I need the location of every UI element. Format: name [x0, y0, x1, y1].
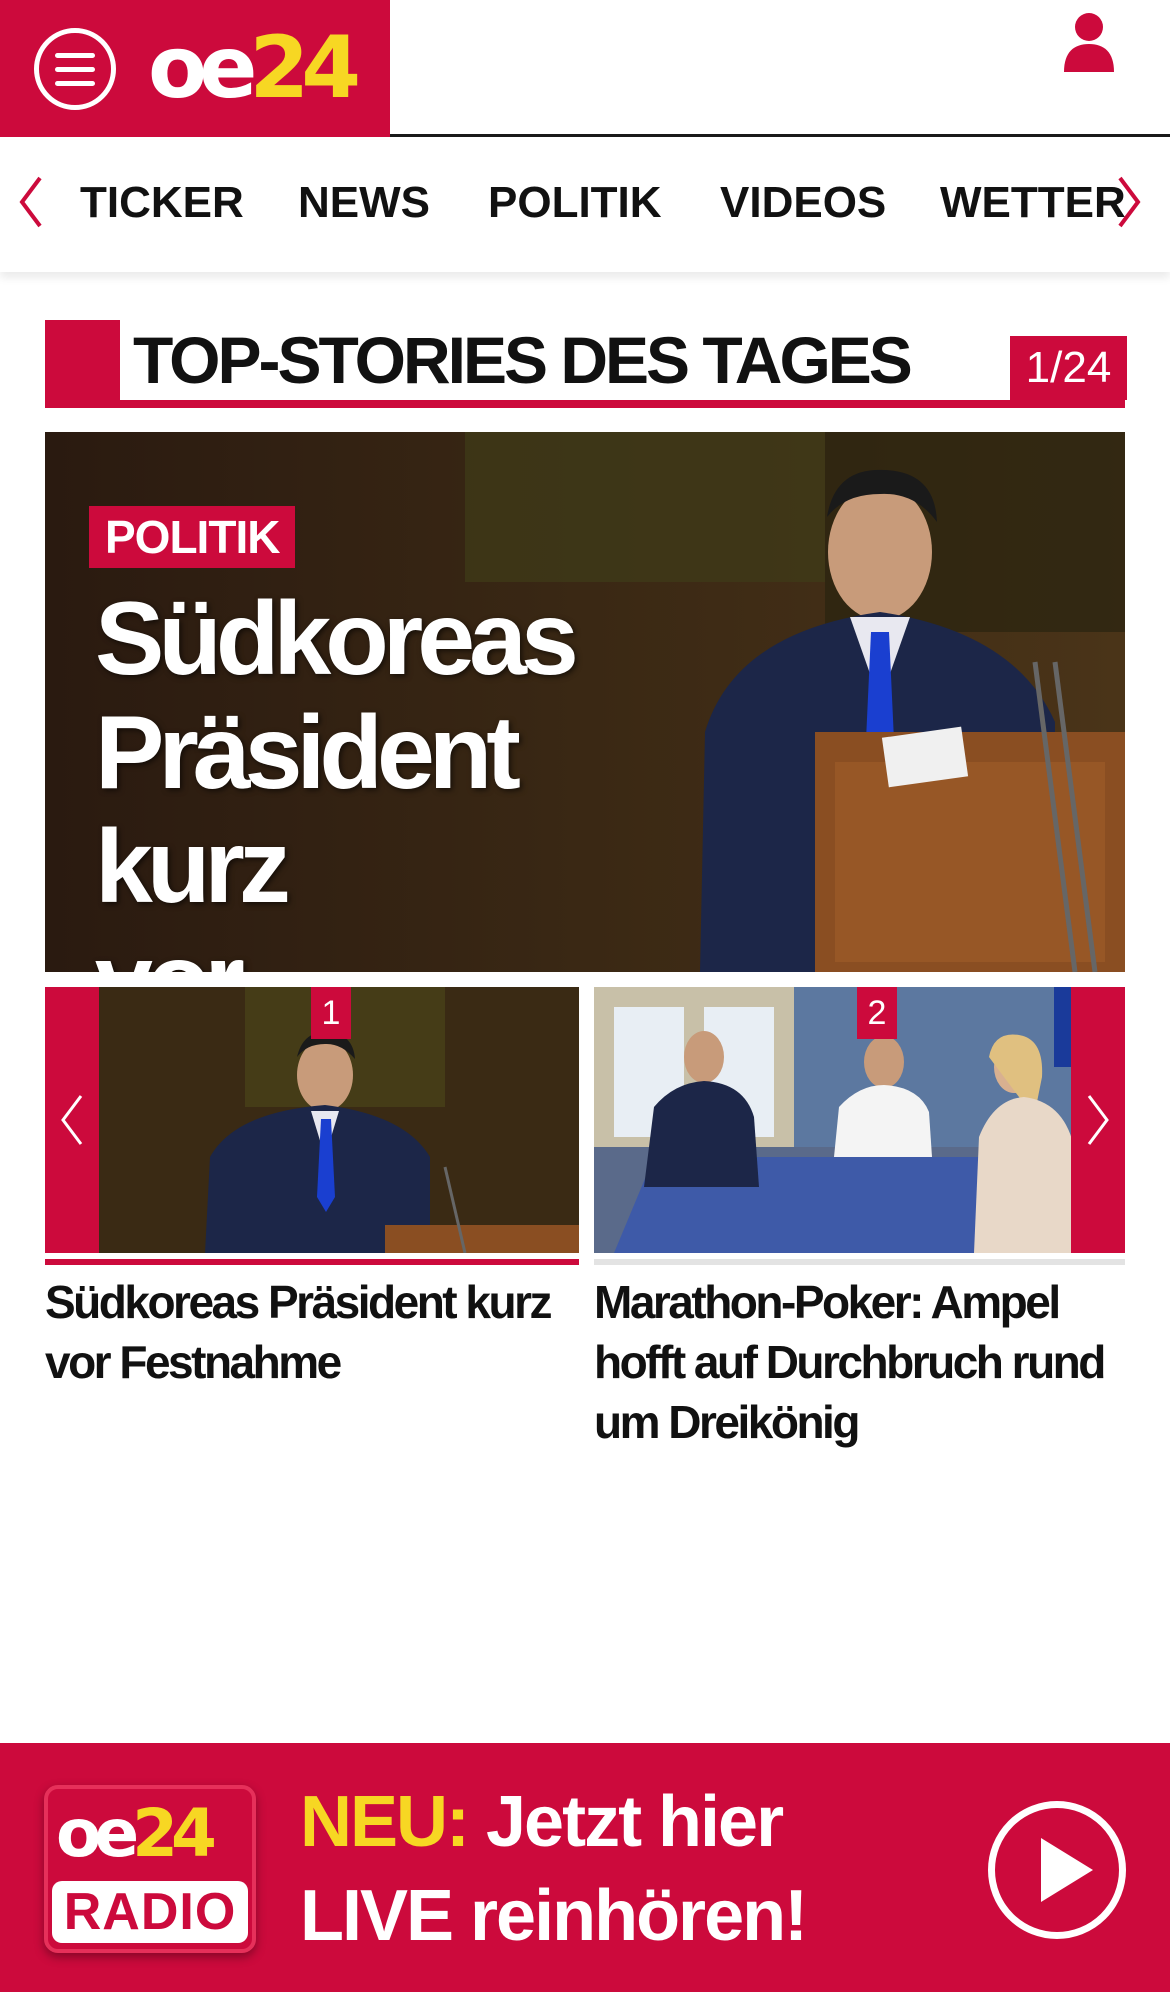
- radio-line2: LIVE reinhören!: [300, 1876, 808, 1956]
- top-stories-section-header: TOP-STORIES DES TAGES 1/24: [45, 320, 1127, 408]
- hero-story[interactable]: POLITIK Südkoreas Präsident kurz vor Fes…: [45, 432, 1125, 972]
- radio-promo-text: NEU: Jetzt hier LIVE reinhören!: [300, 1775, 808, 1963]
- carousel-card-2[interactable]: 2: [594, 987, 1125, 1267]
- site-header: oe24: [0, 0, 1170, 137]
- carousel-prev-button[interactable]: [45, 987, 99, 1253]
- section-title: TOP-STORIES DES TAGES: [133, 323, 913, 397]
- nav-item-wetter[interactable]: WETTER: [940, 178, 1126, 228]
- hero-headline-line: Präsident kurz: [95, 695, 521, 925]
- radio-label: RADIO: [52, 1881, 248, 1943]
- play-icon[interactable]: [988, 1801, 1126, 1939]
- section-accent-block: [45, 320, 120, 408]
- story-carousel: 1 2: [45, 987, 1125, 1267]
- logo-text-oe: oe: [148, 18, 257, 118]
- logo-text-24: 24: [249, 18, 361, 118]
- nav-item-videos[interactable]: VIDEOS: [720, 178, 886, 228]
- user-icon[interactable]: [1062, 12, 1116, 72]
- section-underline: [45, 400, 1125, 408]
- chevron-right-icon: [1087, 1095, 1109, 1145]
- radio-logo-24: 24: [132, 1795, 217, 1872]
- card-title-2[interactable]: Marathon-Poker: Ampel hofft auf Durchbru…: [594, 1272, 1124, 1452]
- hero-headline-line: vor Festnahme: [95, 924, 715, 972]
- card-title-1[interactable]: Südkoreas Präsident kurz vor Festnahme: [45, 1272, 565, 1392]
- card-number-badge: 1: [311, 987, 351, 1039]
- radio-logo-oe: oe: [56, 1795, 139, 1872]
- radio-logo: oe24 RADIO: [44, 1785, 256, 1953]
- hero-headline-line: Südkoreas: [95, 581, 579, 697]
- radio-banner[interactable]: oe24 RADIO NEU: Jetzt hier LIVE reinhöre…: [0, 1743, 1170, 1992]
- chevron-left-icon[interactable]: [16, 172, 46, 232]
- chevron-left-icon: [61, 1095, 83, 1145]
- nav-item-ticker[interactable]: TICKER: [80, 178, 244, 228]
- carousel-card-1[interactable]: 1: [45, 987, 579, 1267]
- card-active-indicator: [45, 1259, 579, 1265]
- hero-headline[interactable]: Südkoreas Präsident kurz vor Festnahme: [95, 582, 715, 972]
- hero-category-badge[interactable]: POLITIK: [89, 506, 296, 568]
- nav-item-news[interactable]: NEWS: [298, 178, 430, 228]
- radio-line1: Jetzt hier: [468, 1782, 784, 1862]
- category-nav: TICKER NEWS POLITIK VIDEOS WETTER: [0, 140, 1170, 272]
- card-inactive-indicator: [594, 1259, 1125, 1265]
- carousel-next-button[interactable]: [1071, 987, 1125, 1253]
- brand-area: oe24: [0, 0, 390, 137]
- radio-logo-text: oe24: [56, 1795, 217, 1872]
- chevron-right-icon[interactable]: [1114, 172, 1144, 232]
- site-logo[interactable]: oe24: [148, 18, 361, 118]
- hamburger-menu-icon[interactable]: [34, 28, 116, 110]
- nav-item-politik[interactable]: POLITIK: [488, 178, 662, 228]
- card-number-badge: 2: [857, 987, 897, 1039]
- story-counter: 1/24: [1010, 336, 1127, 400]
- radio-neu-label: NEU:: [300, 1782, 470, 1862]
